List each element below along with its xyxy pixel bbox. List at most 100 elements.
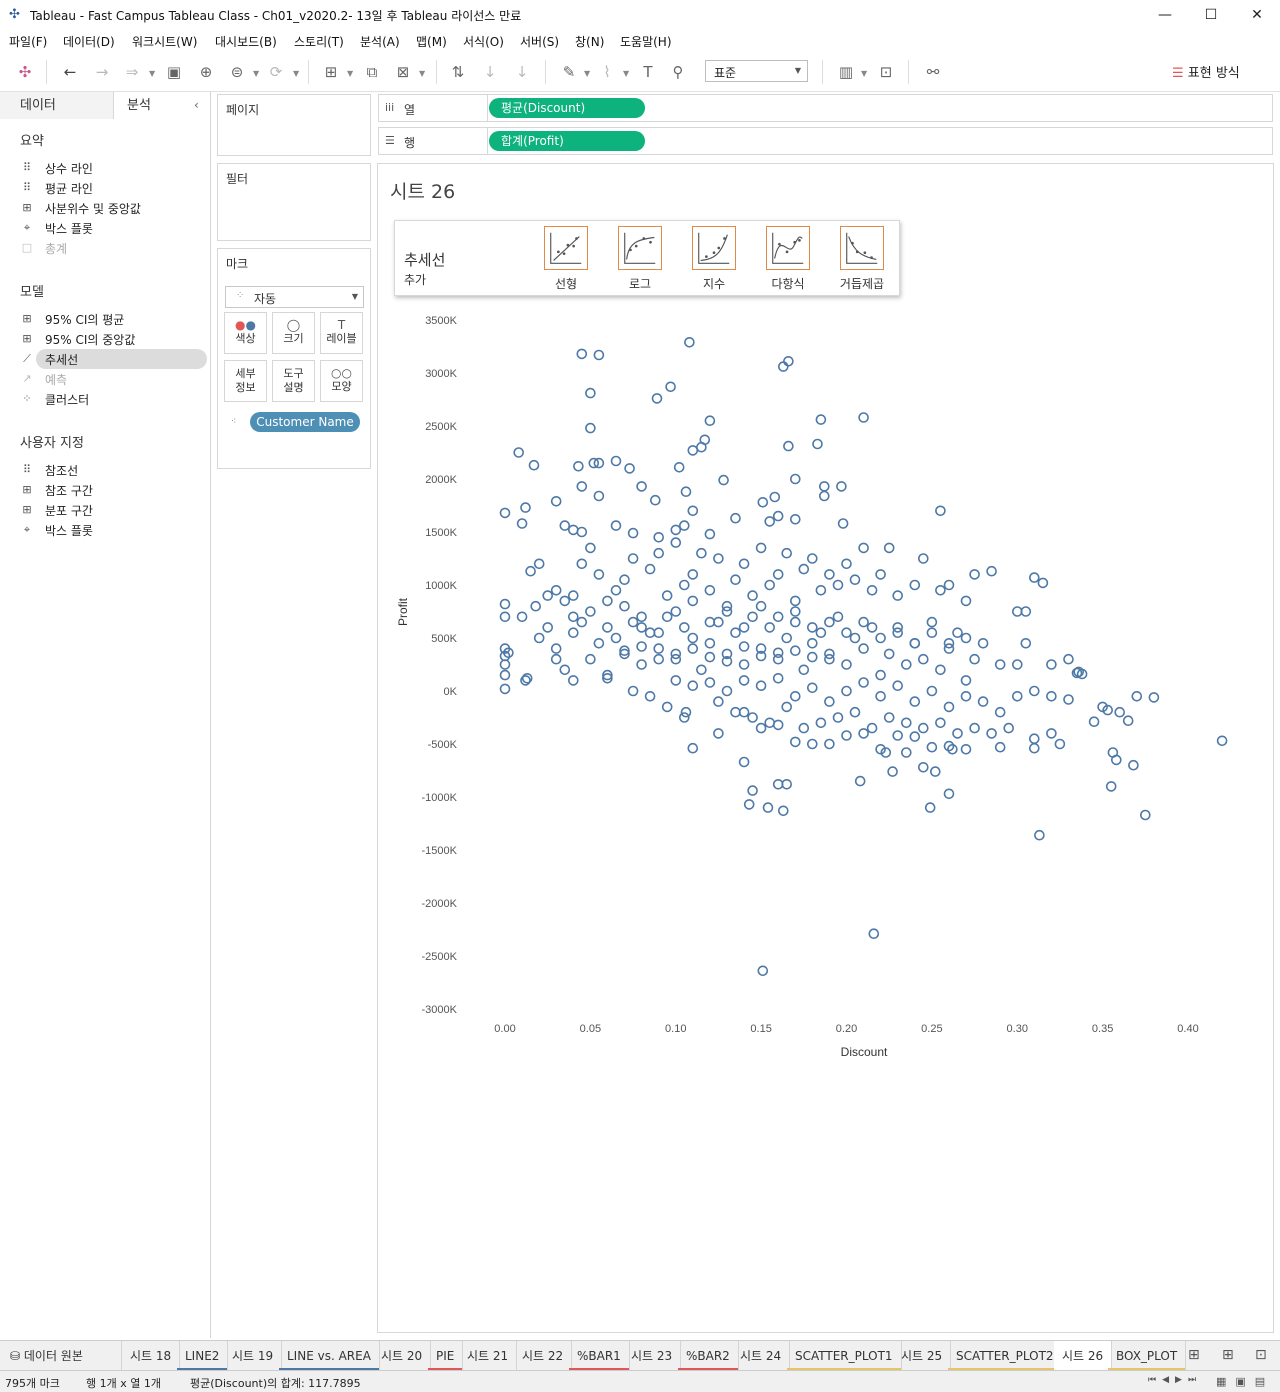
scatter-point[interactable] [747,712,758,723]
scatter-point[interactable] [1003,722,1015,734]
scatter-point[interactable] [747,785,758,796]
scatter-point[interactable] [926,627,938,639]
new-worksheet-tab-icon[interactable]: ⊞ [1188,1347,1200,1363]
maximize-button[interactable]: ☐ [1188,0,1234,30]
scatter-point[interactable] [929,766,941,777]
trend-option-exponential[interactable]: 지수 [684,226,744,292]
show-me-button[interactable]: ☰ 표현 방식 [1172,62,1240,82]
scatter-point[interactable] [738,641,750,652]
customer-name-pill[interactable]: Customer Name [250,412,360,432]
scatter-point[interactable] [1063,694,1074,705]
scatter-point[interactable] [854,775,866,787]
scatter-point[interactable] [678,579,690,591]
scatter-point[interactable] [798,722,810,734]
duplicate-icon[interactable]: ⧉ [361,62,383,82]
scatter-point[interactable] [610,584,622,596]
scatter-point[interactable] [550,643,562,654]
scatter-point[interactable] [718,474,729,486]
sheet-tab[interactable]: %BAR1 [569,1341,630,1371]
scatter-point[interactable] [602,622,613,633]
scatter-point[interactable] [757,965,769,977]
menu-analysis[interactable]: 분석(A) [360,33,400,50]
scatter-point[interactable] [994,659,1006,670]
scatter-point[interactable] [815,584,827,596]
scatter-point[interactable] [653,653,665,665]
analytics-item-reference-line[interactable]: ⠿ 참조선 [18,460,208,480]
scatter-point[interactable] [772,719,784,731]
scatter-point[interactable] [1046,690,1057,702]
scatter-point[interactable] [806,637,818,649]
scatter-point[interactable] [627,553,639,564]
scatter-point[interactable] [960,743,972,755]
scatter-point[interactable] [1128,759,1139,771]
menu-window[interactable]: 창(N) [575,33,604,50]
scatter-point[interactable] [738,659,750,670]
scatter-point[interactable] [644,690,656,702]
scatter-point[interactable] [1028,572,1040,583]
scatter-point[interactable] [772,510,784,522]
scatter-point[interactable] [892,730,904,741]
scatter-point[interactable] [1046,659,1057,670]
scatter-point[interactable] [499,683,511,695]
trend-option-power[interactable]: 거듭제곱 [832,226,892,292]
scatter-point[interactable] [568,675,579,686]
menu-file[interactable]: 파일(F) [9,33,47,50]
scatter-point[interactable] [1046,728,1057,739]
highlight-dropdown-icon[interactable]: ▼ [584,69,590,78]
scatter-point[interactable] [513,447,524,458]
show-cards-icon[interactable]: ▥ [835,62,857,82]
scatter-point[interactable] [781,632,793,644]
scatter-point[interactable] [687,445,699,456]
presentation-icon[interactable]: ⊡ [875,62,897,82]
clear-dropdown-icon[interactable]: ▼ [419,69,425,78]
close-button[interactable]: ✕ [1234,0,1280,30]
scatter-point[interactable] [866,584,878,596]
scatter-point[interactable] [935,505,946,517]
sort-ascending-icon[interactable]: ↓ [479,62,501,82]
scatter-point[interactable] [755,722,767,734]
undo-icon[interactable]: ← [59,62,81,82]
scatter-point[interactable] [687,505,699,517]
scatter-point[interactable] [841,659,852,670]
scatter-point[interactable] [568,627,579,639]
scatter-point[interactable] [499,598,511,610]
scatter-point[interactable] [789,690,801,702]
scatter-point[interactable] [772,778,784,790]
scatter-point[interactable] [777,361,789,372]
menu-server[interactable]: 서버(S) [520,33,559,50]
scatter-point[interactable] [747,590,758,601]
labels-icon[interactable]: T [637,62,659,82]
analytics-item-reference-band[interactable]: ⊞ 참조 구간 [18,480,208,500]
scatter-point[interactable] [781,778,793,790]
scatter-point[interactable] [892,590,904,601]
scatter-point[interactable] [866,722,878,734]
menu-format[interactable]: 서식(O) [463,33,504,50]
scatter-point[interactable] [935,717,946,729]
scatter-point[interactable] [585,387,596,399]
scatter-point[interactable] [670,606,682,617]
menu-story[interactable]: 스토리(T) [294,33,344,50]
scatter-point[interactable] [994,741,1006,753]
scatter-point[interactable] [559,595,571,607]
scatter-point[interactable] [1105,781,1117,792]
scatter-point[interactable] [1011,690,1023,702]
analytics-item-ci-median[interactable]: ⊞ 95% CI의 중앙값 [18,329,208,349]
scatter-point[interactable] [627,616,639,628]
scatter-point[interactable] [670,537,682,548]
scatter-point[interactable] [528,459,540,471]
new-dashboard-tab-icon[interactable]: ⊞ [1222,1347,1234,1363]
scatter-point[interactable] [866,622,878,633]
scatter-point[interactable] [704,637,716,649]
scatter-point[interactable] [738,622,750,633]
scatter-point[interactable] [806,622,818,633]
menu-map[interactable]: 맵(M) [416,33,447,50]
tooltip-button[interactable]: 도구 설명 [272,360,315,402]
scatter-point[interactable] [585,422,596,434]
scatter-point[interactable] [533,558,545,570]
scatter-point[interactable] [841,730,852,741]
scatter-point[interactable] [943,701,955,713]
mark-type-select[interactable]: ⁘ 자동 ▼ [225,286,364,308]
menu-dashboard[interactable]: 대시보드(B) [215,33,277,50]
scatter-point[interactable] [730,574,741,586]
scatter-chart[interactable]: 3500K 3000K 2500K 2000K 1500K 1000K 500K 0K -500… [378,164,1273,1332]
